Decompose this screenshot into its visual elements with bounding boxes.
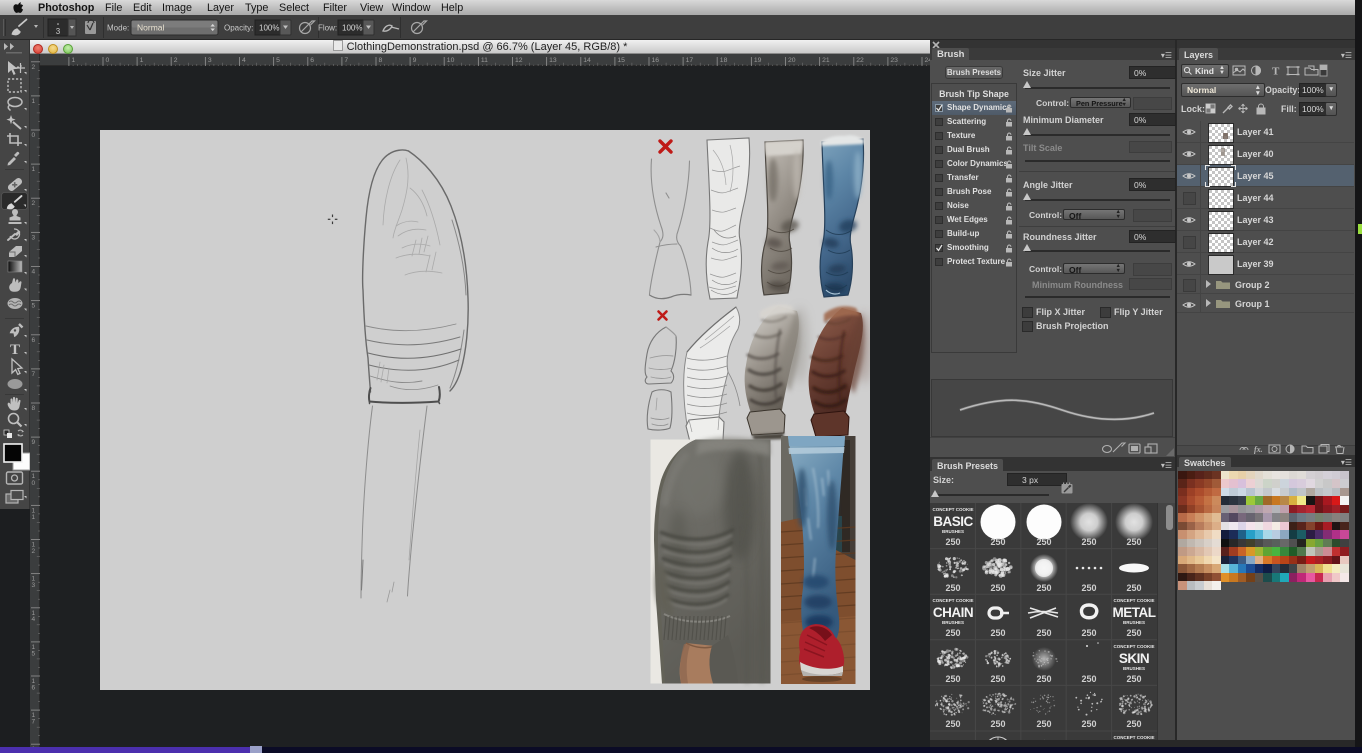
svg-text:fx.: fx.	[1254, 445, 1263, 454]
svg-text:BRUSHES: BRUSHES	[942, 620, 964, 625]
svg-text:250: 250	[990, 583, 1005, 593]
svg-text:CONCEPT COOKIE: CONCEPT COOKIE	[1113, 598, 1154, 603]
svg-text:20: 20	[788, 57, 796, 64]
svg-text:250: 250	[990, 628, 1005, 638]
svg-text:11: 11	[481, 57, 488, 64]
svg-text:250: 250	[1126, 674, 1141, 684]
svg-text:250: 250	[1126, 719, 1141, 729]
svg-text:19: 19	[754, 57, 762, 64]
svg-text:250: 250	[1126, 583, 1141, 593]
svg-text:BASIC: BASIC	[933, 514, 973, 529]
svg-text:18: 18	[720, 57, 728, 64]
svg-text:8: 8	[32, 405, 36, 412]
svg-text:4: 4	[32, 269, 36, 276]
svg-text:250: 250	[945, 719, 960, 729]
svg-text:7: 7	[344, 57, 348, 64]
svg-text:22: 22	[856, 57, 864, 64]
svg-text:100%: 100%	[259, 24, 279, 33]
svg-text:16: 16	[652, 57, 660, 64]
svg-text:9: 9	[413, 57, 417, 64]
svg-text:4: 4	[32, 616, 36, 623]
svg-text:250: 250	[1036, 674, 1051, 684]
svg-text:12: 12	[515, 57, 523, 64]
svg-text:250: 250	[945, 674, 960, 684]
svg-text:100%: 100%	[342, 24, 362, 33]
svg-text:BRUSHES: BRUSHES	[1123, 620, 1145, 625]
svg-text:T: T	[10, 342, 20, 358]
svg-text:SKIN: SKIN	[1119, 651, 1149, 666]
svg-text:Flow:: Flow:	[318, 24, 337, 33]
svg-text:1: 1	[32, 514, 36, 521]
svg-text:250: 250	[1036, 628, 1051, 638]
svg-text:BRUSHES: BRUSHES	[942, 529, 964, 534]
svg-text:4: 4	[242, 57, 246, 64]
svg-text:2: 2	[32, 200, 36, 207]
svg-text:250: 250	[1126, 537, 1141, 547]
svg-text:9: 9	[32, 439, 36, 446]
svg-text:250: 250	[1036, 719, 1051, 729]
svg-text:1: 1	[32, 98, 36, 105]
svg-text:1: 1	[71, 57, 75, 64]
svg-text:BRUSHES: BRUSHES	[1123, 666, 1145, 671]
svg-text:Normal: Normal	[137, 23, 165, 33]
svg-text:CONCEPT COOKIE: CONCEPT COOKIE	[1113, 735, 1154, 740]
svg-text:250: 250	[1081, 628, 1096, 638]
svg-text:250: 250	[1036, 537, 1051, 547]
svg-text:250: 250	[1036, 583, 1051, 593]
svg-text:8: 8	[379, 57, 383, 64]
svg-text:3: 3	[208, 57, 212, 64]
svg-text:250: 250	[945, 628, 960, 638]
svg-text:0: 0	[32, 480, 36, 487]
svg-text:5: 5	[276, 57, 280, 64]
svg-text:6: 6	[310, 57, 314, 64]
svg-text:250: 250	[1081, 719, 1096, 729]
svg-text:CHAIN: CHAIN	[933, 605, 973, 620]
svg-text:250: 250	[945, 583, 960, 593]
svg-text:10: 10	[447, 57, 455, 64]
svg-text:250: 250	[945, 537, 960, 547]
svg-text:250: 250	[990, 537, 1005, 547]
svg-text:1: 1	[32, 166, 36, 173]
svg-text:250: 250	[1081, 674, 1096, 684]
svg-text:5: 5	[32, 650, 36, 657]
svg-text:250: 250	[990, 674, 1005, 684]
svg-text:2: 2	[32, 548, 36, 555]
svg-text:CONCEPT COOKIE: CONCEPT COOKIE	[932, 507, 973, 512]
svg-text:7: 7	[32, 719, 36, 726]
svg-text:21: 21	[822, 57, 830, 64]
svg-text:6: 6	[32, 337, 36, 344]
svg-text:23: 23	[890, 57, 898, 64]
svg-text:14: 14	[583, 57, 591, 64]
svg-text:METAL: METAL	[1113, 605, 1156, 620]
svg-text:Mode:: Mode:	[107, 24, 129, 33]
svg-text:2: 2	[174, 57, 178, 64]
svg-text:CONCEPT COOKIE: CONCEPT COOKIE	[932, 598, 973, 603]
svg-text:Opacity:: Opacity:	[224, 24, 253, 33]
svg-text:6: 6	[32, 685, 36, 692]
svg-text:5: 5	[32, 303, 36, 310]
svg-text:7: 7	[32, 371, 36, 378]
svg-text:2: 2	[32, 64, 36, 71]
svg-text:17: 17	[686, 57, 694, 64]
svg-text:0: 0	[32, 132, 36, 139]
svg-text:3: 3	[56, 27, 61, 36]
svg-text:250: 250	[990, 719, 1005, 729]
svg-text:CONCEPT COOKIE: CONCEPT COOKIE	[1113, 644, 1154, 649]
svg-text:15: 15	[617, 57, 625, 64]
svg-text:250: 250	[1126, 628, 1141, 638]
svg-text:T: T	[1272, 66, 1280, 78]
svg-text:3: 3	[32, 582, 36, 589]
svg-text:250: 250	[1081, 583, 1096, 593]
svg-text:1: 1	[140, 57, 144, 64]
svg-text:0: 0	[106, 57, 110, 64]
svg-text:13: 13	[549, 57, 557, 64]
svg-text:250: 250	[1081, 537, 1096, 547]
svg-text:3: 3	[32, 234, 36, 241]
